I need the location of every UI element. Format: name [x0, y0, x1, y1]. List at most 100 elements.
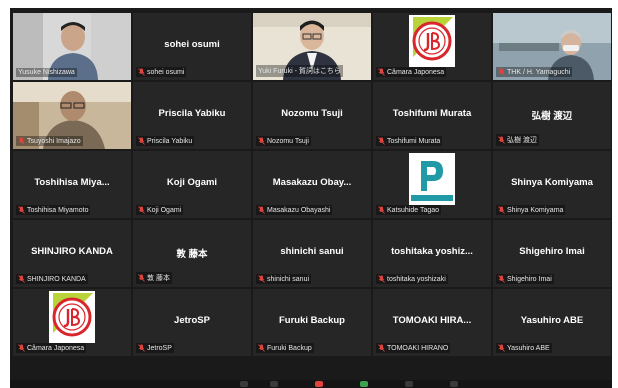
record-icon[interactable]	[450, 381, 458, 387]
mic-muted-icon	[138, 274, 145, 282]
participant-name-label: THK / H. Yamaguchi	[507, 68, 571, 76]
participant-name-label: sohei osumi	[147, 68, 185, 76]
participant-tile[interactable]: shinichi sanui shinichi sanui	[253, 220, 371, 287]
participant-name-caption: Koji Ogami	[136, 205, 184, 215]
participant-tile[interactable]: SHINJIRO KANDA SHINJIRO KANDA	[13, 220, 131, 287]
participant-name-label: Koji Ogami	[147, 206, 182, 214]
participant-name-caption: THK / H. Yamaguchi	[496, 67, 573, 77]
participant-name-caption: Yusuke Nishizawa	[16, 68, 77, 77]
chat-icon[interactable]	[360, 381, 368, 387]
participant-tile[interactable]: Tsuyoshi Imajazo	[13, 82, 131, 149]
participant-name-caption: Furuki Backup	[256, 343, 314, 353]
participant-name-caption: shinichi sanui	[256, 274, 312, 284]
mic-muted-icon	[258, 137, 265, 145]
participant-display-name: SHINJIRO KANDA	[31, 246, 113, 257]
participant-display-name: Nozomu Tsuji	[281, 108, 343, 119]
participant-display-name: Furuki Backup	[279, 315, 345, 326]
participants-icon[interactable]	[315, 381, 323, 387]
participant-tile[interactable]: Toshifumi Murata Toshifumi Murata	[373, 82, 491, 149]
audio-icon[interactable]	[240, 381, 248, 387]
share-screen-icon[interactable]	[405, 381, 413, 387]
participant-name-label: Shigehiro Imai	[507, 275, 552, 283]
participant-tile[interactable]: THK / H. Yamaguchi	[493, 13, 611, 80]
mic-muted-icon	[138, 344, 145, 352]
participant-name-label: Tsuyoshi Imajazo	[27, 137, 81, 145]
participant-tile[interactable]: TOMOAKI HIRA... TOMOAKI HIRANO	[373, 289, 491, 356]
participant-display-name: shinichi sanui	[280, 246, 344, 257]
participant-display-name: TOMOAKI HIRA...	[392, 315, 472, 326]
mic-muted-icon	[498, 344, 505, 352]
participant-tile[interactable]: 敦 藤本敦 藤本	[133, 220, 251, 287]
participant-name-caption: JetroSP	[136, 343, 174, 353]
participant-name-label: Câmara Japonesa	[387, 68, 445, 76]
participant-name-caption: 弘樹 渡辺	[496, 134, 539, 146]
participant-display-name: Masakazu Obay...	[272, 177, 352, 188]
participant-tile[interactable]: Furuki Backup Furuki Backup	[253, 289, 371, 356]
participant-name-caption: Shinya Komiyama	[496, 205, 566, 215]
participant-display-name: 弘樹 渡辺	[531, 111, 573, 122]
mic-muted-icon	[258, 275, 265, 283]
mic-muted-icon	[498, 206, 505, 214]
participant-name-label: Shinya Komiyama	[507, 206, 564, 214]
participant-name-caption: Yasuhiro ABE	[496, 343, 552, 353]
participant-tile[interactable]: Koji Ogami Koji Ogami	[133, 151, 251, 218]
participant-display-name: sohei osumi	[164, 39, 220, 50]
participant-tile[interactable]: Shigehiro Imai Shigehiro Imai	[493, 220, 611, 287]
participant-name-label: 弘樹 渡辺	[507, 137, 537, 144]
participant-tile[interactable]: JetroSP JetroSP	[133, 289, 251, 356]
mic-muted-icon	[378, 344, 385, 352]
participant-name-label: JetroSP	[147, 344, 172, 352]
participant-display-name: JetroSP	[174, 315, 210, 326]
participant-display-name: Shinya Komiyama	[511, 177, 593, 188]
participant-name-label: Yasuhiro ABE	[507, 344, 550, 352]
participant-name-caption: Tsuyoshi Imajazo	[16, 136, 83, 146]
participant-name-caption: Nozomu Tsuji	[256, 136, 311, 146]
participant-name-caption: Câmara Japonesa	[376, 67, 447, 77]
participant-tile[interactable]: Yuki Furuki - 賀詞はこちら	[253, 13, 371, 80]
participant-tile[interactable]: sohei osumi sohei osumi	[133, 13, 251, 80]
meeting-toolbar	[10, 380, 612, 388]
participant-name-caption: SHINJIRO KANDA	[16, 274, 88, 284]
participant-name-label: Yusuke Nishizawa	[18, 69, 75, 76]
participant-name-caption: toshitaka yoshizaki	[376, 274, 448, 284]
participant-name-caption: Toshihisa Miyamoto	[16, 205, 91, 215]
participant-tile[interactable]: Câmara Japonesa	[373, 13, 491, 80]
participant-name-label: Yuki Furuki - 賀詞はこちら	[258, 68, 341, 75]
mic-muted-icon	[378, 206, 385, 214]
participant-name-label: Nozomu Tsuji	[267, 137, 309, 145]
participant-display-name: Yasuhiro ABE	[520, 315, 584, 326]
participant-tile[interactable]: Shinya Komiyama Shinya Komiyama	[493, 151, 611, 218]
participant-grid: Yusuke Nishizawa sohei osumi sohei osumi Yu…	[13, 13, 611, 356]
mic-muted-icon	[18, 275, 25, 283]
participant-display-name: toshitaka yoshiz...	[391, 246, 473, 257]
participant-tile[interactable]: 弘樹 渡辺 弘樹 渡辺	[493, 82, 611, 149]
mic-muted-icon	[258, 206, 265, 214]
participant-name-label: toshitaka yoshizaki	[387, 275, 446, 283]
mic-muted-icon	[378, 137, 385, 145]
participant-name-label: Câmara Japonesa	[27, 344, 85, 352]
participant-tile[interactable]: Câmara Japonesa	[13, 289, 131, 356]
participant-display-name: Toshifumi Murata	[392, 108, 472, 119]
participant-tile[interactable]: Yusuke Nishizawa	[13, 13, 131, 80]
participant-name-label: Toshihisa Miyamoto	[27, 206, 89, 214]
participant-tile[interactable]: Toshihisa Miya... Toshihisa Miyamoto	[13, 151, 131, 218]
participant-name-label: shinichi sanui	[267, 275, 310, 283]
participant-name-caption: Câmara Japonesa	[16, 343, 87, 353]
participant-tile[interactable]: Katsuhide Tagao	[373, 151, 491, 218]
mic-muted-icon	[378, 275, 385, 283]
participant-display-name: 敦 藤本	[176, 249, 208, 260]
participant-tile[interactable]: toshitaka yoshiz... toshitaka yoshizaki	[373, 220, 491, 287]
participant-name-label: Furuki Backup	[267, 344, 312, 352]
participant-tile[interactable]: Priscila Yabiku Priscila Yabiku	[133, 82, 251, 149]
participant-tile[interactable]: Nozomu Tsuji Nozomu Tsuji	[253, 82, 371, 149]
participant-display-name: Shigehiro Imai	[519, 246, 585, 257]
participant-display-name: Koji Ogami	[166, 177, 218, 188]
mic-muted-icon	[498, 136, 505, 144]
participant-display-name: Priscila Yabiku	[158, 108, 226, 119]
participant-name-label: TOMOAKI HIRANO	[387, 344, 449, 352]
mic-muted-icon	[138, 137, 145, 145]
participant-tile[interactable]: Masakazu Obay... Masakazu Obayashi	[253, 151, 371, 218]
video-icon[interactable]	[270, 381, 278, 387]
participant-tile[interactable]: Yasuhiro ABE Yasuhiro ABE	[493, 289, 611, 356]
mic-muted-icon	[378, 68, 385, 76]
